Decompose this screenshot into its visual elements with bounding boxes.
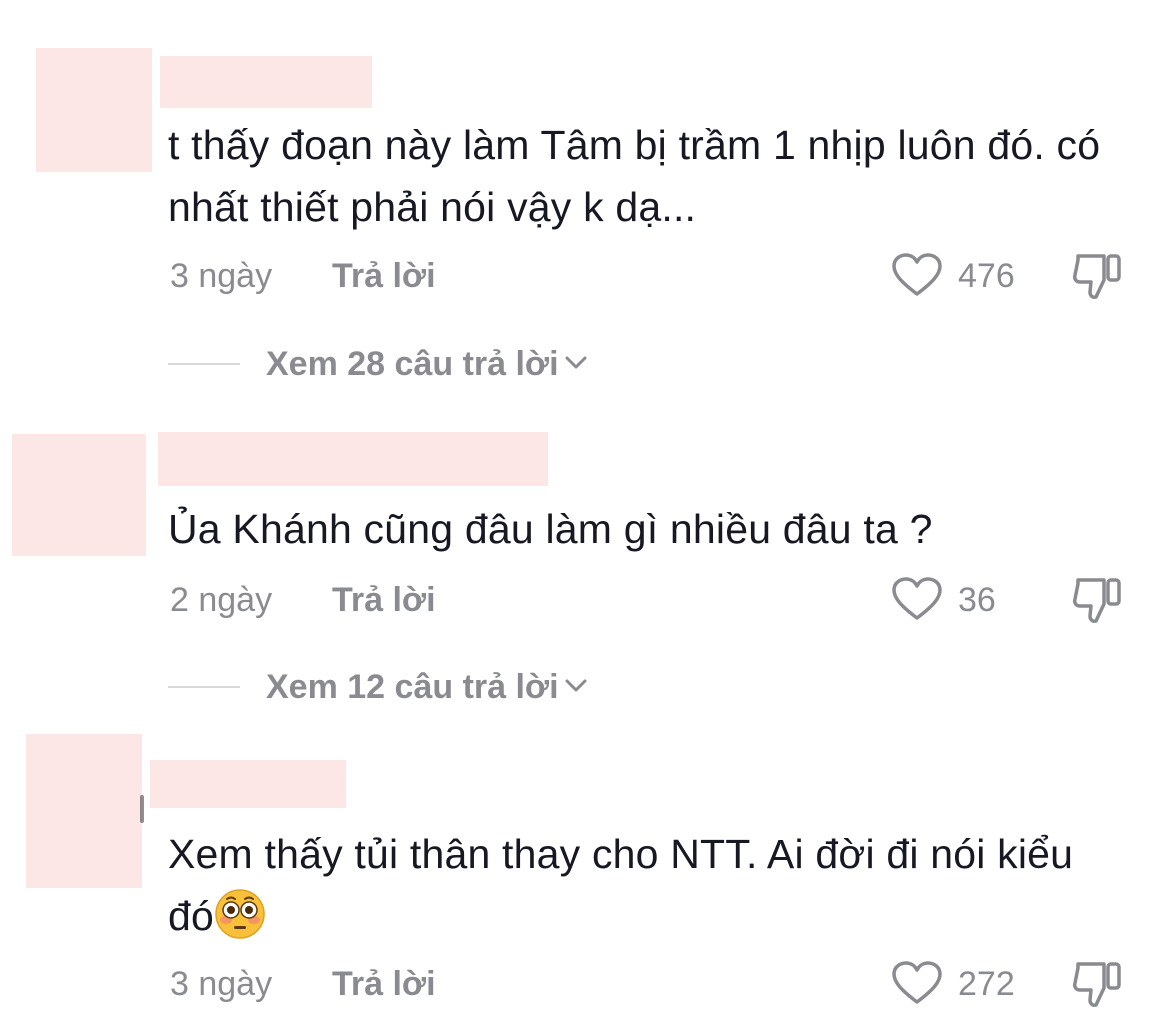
username-redacted[interactable]	[160, 56, 372, 108]
avatar-edge	[140, 795, 144, 823]
comment-meta: 3 ngày Trả lời 476	[168, 252, 1138, 299]
username-redacted[interactable]	[158, 432, 548, 486]
comment-text: t thấy đoạn này làm Tâm bị trầm 1 nhịp l…	[168, 122, 1101, 230]
divider-line	[168, 686, 240, 688]
chevron-down-icon	[565, 679, 587, 692]
view-replies-label[interactable]: Xem 28 câu trả lời	[266, 342, 589, 386]
like-count: 272	[958, 965, 1015, 1003]
comment-text-body: Xem thấy tủi thân thay cho NTT. Ai đời đ…	[168, 831, 1074, 939]
thumbs-down-icon[interactable]	[1070, 574, 1124, 626]
comment-time: 3 ngày	[170, 965, 273, 1003]
heart-icon[interactable]	[891, 576, 943, 622]
heart-icon[interactable]	[891, 960, 943, 1006]
reply-button[interactable]: Trả lời	[332, 578, 436, 622]
comments-page: t thấy đoạn này làm Tâm bị trầm 1 nhịp l…	[0, 0, 1170, 1033]
chevron-down-icon	[565, 356, 587, 369]
avatar[interactable]	[26, 734, 142, 888]
view-replies-button[interactable]: Xem 12 câu trả lời	[168, 665, 768, 709]
reply-button[interactable]: Trả lời	[332, 962, 436, 1006]
comment-time: 3 ngày	[170, 257, 273, 295]
thumbs-down-icon[interactable]	[1070, 250, 1124, 302]
comment-meta: 3 ngày Trả lời 272	[168, 960, 1138, 1007]
heart-icon[interactable]	[891, 252, 943, 298]
like-count: 36	[958, 581, 996, 619]
flushed-face-icon	[215, 889, 265, 939]
divider-line	[168, 363, 240, 365]
view-replies-label[interactable]: Xem 12 câu trả lời	[266, 665, 589, 709]
comment-time: 2 ngày	[170, 581, 273, 619]
comment-text: Xem thấy tủi thân thay cho NTT. Ai đời đ…	[168, 823, 1128, 947]
reply-button[interactable]: Trả lời	[332, 254, 436, 298]
comment-meta: 2 ngày Trả lời 36	[168, 576, 1138, 623]
avatar[interactable]	[12, 434, 146, 556]
view-replies-button[interactable]: Xem 28 câu trả lời	[168, 342, 768, 386]
avatar[interactable]	[36, 48, 152, 172]
thumbs-down-icon[interactable]	[1070, 958, 1124, 1010]
comment-text: Ủa Khánh cũng đâu làm gì nhiều đâu ta ?	[168, 506, 933, 552]
like-count: 476	[958, 257, 1015, 295]
username-redacted[interactable]	[150, 760, 346, 808]
